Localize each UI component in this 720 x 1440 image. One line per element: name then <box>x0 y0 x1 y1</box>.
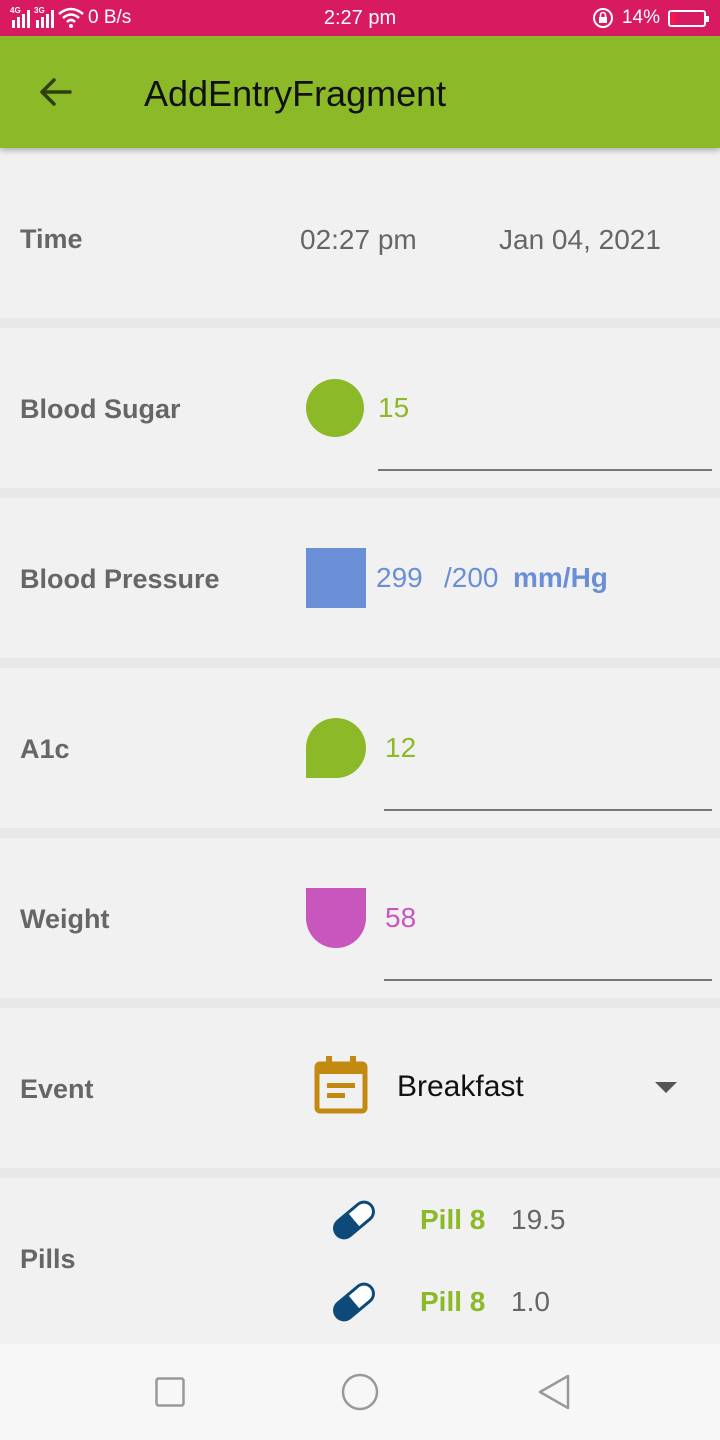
system-nav-bar <box>0 1344 720 1440</box>
a1c-underline <box>384 809 712 811</box>
weight-row: Weight 58 <box>0 838 720 1008</box>
event-row: Event Breakfast <box>0 1008 720 1178</box>
weight-input[interactable]: 58 <box>385 902 416 934</box>
page-title: AddEntryFragment <box>144 73 447 114</box>
app-bar: AddEntryFragment <box>0 36 720 148</box>
pressure-unit: mm/Hg <box>513 562 608 593</box>
back-nav-button[interactable] <box>536 1374 572 1410</box>
home-button[interactable] <box>341 1373 379 1411</box>
pill-icon <box>333 1282 375 1322</box>
pills-row: Pills Pill 8 19.5 Pill 8 1.0 <box>0 1178 720 1358</box>
a1c-label: A1c <box>20 734 70 764</box>
pills-label: Pills <box>20 1244 76 1274</box>
blood-sugar-underline <box>378 469 712 471</box>
event-label: Event <box>20 1074 94 1104</box>
calendar-note-icon <box>314 1056 368 1114</box>
diastolic-input[interactable]: /200 <box>444 562 499 594</box>
battery-icon <box>668 9 709 27</box>
weight-underline <box>384 979 712 981</box>
status-bar: 4G 3G 0 B/s 2:27 pm 14% <box>0 0 720 36</box>
event-select[interactable]: Breakfast <box>397 1070 524 1104</box>
blood-sugar-input[interactable]: 15 <box>378 392 409 424</box>
weight-label: Weight <box>20 904 110 934</box>
time-value[interactable]: 02:27 pm <box>300 224 417 256</box>
weight-drop-icon <box>306 888 366 948</box>
recents-button[interactable] <box>155 1377 185 1407</box>
pill-name: Pill 8 <box>420 1204 486 1235</box>
systolic-input[interactable]: 299 <box>376 562 423 594</box>
blood-pressure-label: Blood Pressure <box>20 564 220 594</box>
rotation-lock-icon <box>592 8 613 28</box>
a1c-input[interactable]: 12 <box>385 732 416 764</box>
blood-pressure-row: Blood Pressure 299 /200 mm/Hg <box>0 498 720 668</box>
dropdown-arrow-icon[interactable] <box>655 1082 677 1094</box>
a1c-leaf-icon <box>306 718 366 778</box>
back-arrow-icon[interactable] <box>34 70 78 114</box>
time-label: Time <box>20 224 83 254</box>
pill-amount[interactable]: 19.5 <box>511 1204 566 1236</box>
a1c-row: A1c 12 <box>0 668 720 838</box>
blood-sugar-label: Blood Sugar <box>20 394 181 424</box>
pill-icon <box>333 1200 375 1240</box>
blood-pressure-square-icon <box>306 548 366 608</box>
blood-sugar-circle-icon <box>306 379 364 437</box>
pill-name: Pill 8 <box>420 1286 486 1317</box>
date-value[interactable]: Jan 04, 2021 <box>499 224 661 256</box>
pill-amount[interactable]: 1.0 <box>511 1286 550 1318</box>
battery-percent: 14% <box>621 7 660 28</box>
time-row: Time 02:27 pm Jan 04, 2021 <box>0 148 720 328</box>
blood-sugar-row: Blood Sugar 15 <box>0 328 720 498</box>
